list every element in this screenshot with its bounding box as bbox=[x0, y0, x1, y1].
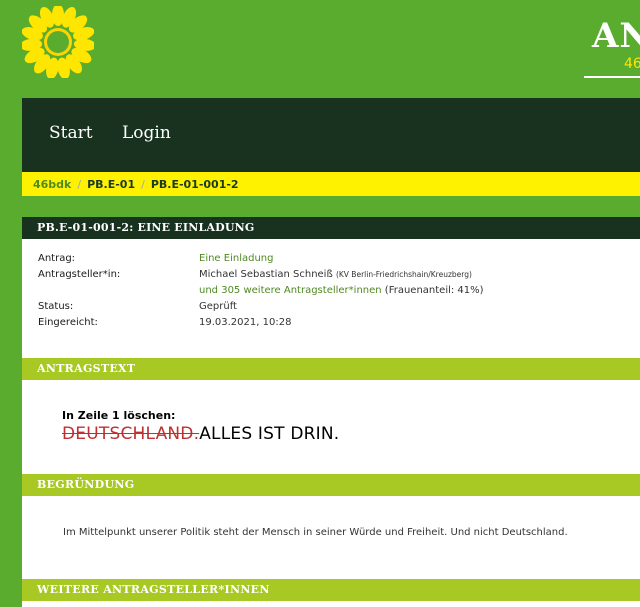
meta-row-status: Status: Geprüft bbox=[38, 299, 640, 315]
sunflower-logo[interactable] bbox=[22, 6, 94, 78]
breadcrumb-item-home[interactable]: 46bdk bbox=[33, 178, 71, 191]
section-header-antragstext: Antragstext bbox=[22, 358, 640, 380]
meta-label: Eingereicht: bbox=[38, 317, 98, 328]
breadcrumb: 46bdk / PB.E-01 / PB.E-01-001-2 bbox=[22, 172, 640, 196]
weitere-antragsteller-link[interactable]: und 305 weitere Antragsteller*innen bbox=[199, 285, 382, 296]
breadcrumb-item-current: PB.E-01-001-2 bbox=[150, 177, 239, 191]
nav-login-link[interactable]: Login bbox=[122, 123, 171, 143]
motion-meta: Antrag: Eine Einladung Antragsteller*in:… bbox=[22, 239, 640, 331]
breadcrumb-separator: / bbox=[141, 177, 145, 191]
inserted-text: ALLES IST DRIN. bbox=[199, 424, 340, 444]
antragstext-body: In Zeile 1 löschen: DEUTSCHLAND.ALLES IS… bbox=[62, 409, 339, 444]
antragsteller-name: Michael Sebastian Schneiß bbox=[199, 269, 333, 280]
meta-row-eingereicht: Eingereicht: 19.03.2021, 10:28 bbox=[38, 315, 640, 331]
brand-title: AN bbox=[592, 16, 640, 56]
main-navigation: Start Login bbox=[22, 98, 640, 172]
breadcrumb-item-section[interactable]: PB.E-01 bbox=[87, 178, 135, 191]
section-header-weitere-antragsteller: Weitere Antragsteller*innen bbox=[22, 579, 640, 601]
motion-content: PB.E-01-001-2: Eine Einladung Antrag: Ei… bbox=[22, 217, 640, 607]
breadcrumb-separator: / bbox=[77, 177, 82, 191]
eingereicht-value: 19.03.2021, 10:28 bbox=[199, 317, 292, 328]
section-header-begruendung: Begründung bbox=[22, 474, 640, 496]
status-value: Geprüft bbox=[199, 301, 237, 312]
meta-label: Status: bbox=[38, 301, 74, 312]
motion-title: PB.E-01-001-2: Eine Einladung bbox=[22, 217, 640, 239]
frauenanteil: (Frauenanteil: 41%) bbox=[384, 285, 484, 296]
brand-subtitle: 46 bbox=[624, 56, 640, 72]
meta-label: Antrag: bbox=[38, 253, 76, 264]
change-text: DEUTSCHLAND.ALLES IST DRIN. bbox=[62, 424, 339, 444]
meta-row-weitere: und 305 weitere Antragsteller*innen (Fra… bbox=[38, 283, 640, 299]
deleted-text: DEUTSCHLAND. bbox=[62, 424, 200, 444]
meta-row-antrag: Antrag: Eine Einladung bbox=[38, 251, 640, 267]
meta-row-antragsteller: Antragsteller*in: Michael Sebastian Schn… bbox=[38, 267, 640, 283]
nav-start-link[interactable]: Start bbox=[49, 123, 93, 143]
meta-label: Antragsteller*in: bbox=[38, 269, 121, 280]
site-header: AN 46 bbox=[0, 0, 640, 98]
antragsteller-org: (KV Berlin-Friedrichshain/Kreuzberg) bbox=[335, 270, 472, 279]
brand-box: AN 46 bbox=[584, 6, 640, 78]
begruendung-text: Im Mittelpunkt unserer Politik steht der… bbox=[63, 527, 568, 538]
change-line-reference: In Zeile 1 löschen: bbox=[62, 409, 176, 422]
antrag-link[interactable]: Eine Einladung bbox=[199, 253, 273, 264]
